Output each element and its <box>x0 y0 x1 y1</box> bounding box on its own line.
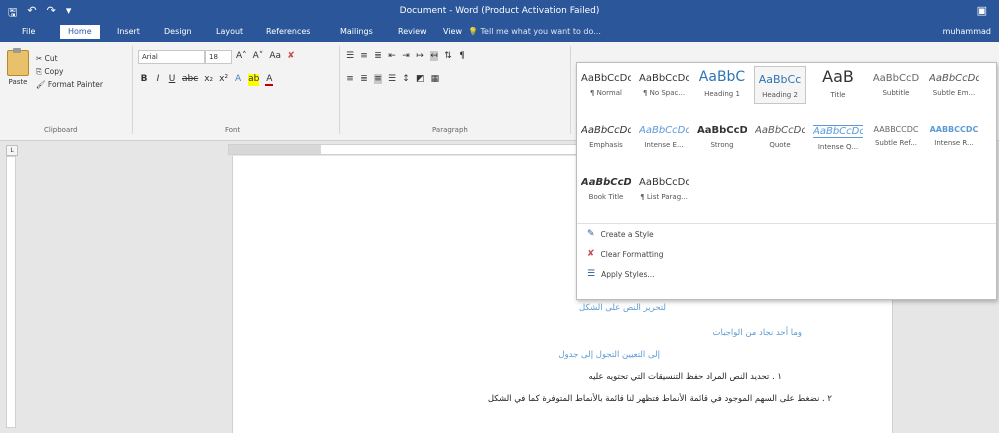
style-intense-quote[interactable]: AaBbCcDc Intense Q... <box>813 119 863 155</box>
doc-line-2: وما أحد نجاد من الواجبات <box>712 328 803 338</box>
window-title: Document - Word (Product Activation Fail… <box>399 6 600 16</box>
clipboard-commands: ✂ Cut ⎘ Copy 🖌 Format Painter <box>36 52 103 91</box>
group-divider <box>132 46 133 134</box>
style-intense-emphasis[interactable]: AaBbCcDc Intense E... <box>639 119 689 155</box>
format-painter-button[interactable]: 🖌 Format Painter <box>36 78 103 91</box>
apply-styles-command[interactable]: ☰ Apply Styles... <box>587 269 655 279</box>
vertical-ruler[interactable] <box>6 156 16 428</box>
increase-indent-icon[interactable]: ⇥ <box>402 51 410 61</box>
tab-design[interactable]: Design <box>164 27 192 36</box>
tab-home[interactable]: Home <box>60 25 100 39</box>
grow-font-icon[interactable]: A˄ <box>236 51 247 61</box>
style-emphasis[interactable]: AaBbCcDc Emphasis <box>581 119 631 155</box>
ribbon-display-options-icon[interactable]: ▣ <box>977 4 987 17</box>
style-subtitle[interactable]: AaBbCcD Subtitle <box>871 67 921 103</box>
bullets-icon[interactable]: ☰ <box>346 51 354 61</box>
clear-formatting-command[interactable]: ✘ Clear Formatting <box>587 249 664 259</box>
create-style-command[interactable]: ✎ Create a Style <box>587 229 654 239</box>
paragraph-align-buttons: ≡ ≣ ≡ ☰ ↕ ◩ ▦ <box>346 74 439 84</box>
style-heading-1[interactable]: AaBbC Heading 1 <box>697 67 747 103</box>
group-divider <box>570 46 571 134</box>
change-case-icon[interactable]: Aa <box>269 51 281 61</box>
create-style-icon: ✎ <box>587 229 595 239</box>
tab-view[interactable]: View <box>443 27 462 36</box>
text-effects-icon[interactable]: A <box>234 74 242 86</box>
tab-references[interactable]: References <box>266 27 310 36</box>
ruler-margin-shade <box>229 145 321 154</box>
style-heading-2[interactable]: AaBbCc Heading 2 <box>754 66 806 104</box>
style-title[interactable]: AaB Title <box>813 67 863 103</box>
lightbulb-icon: 💡 <box>468 27 478 36</box>
line-spacing-icon[interactable]: ↕ <box>402 74 410 84</box>
justify-icon[interactable]: ☰ <box>388 74 396 84</box>
tell-me-search[interactable]: 💡 Tell me what you want to do... <box>468 27 601 36</box>
paragraph-group-label: Paragraph <box>432 126 468 134</box>
superscript-icon[interactable]: x² <box>219 74 228 86</box>
style-list-paragraph[interactable]: AaBbCcDc ¶ List Parag... <box>639 171 689 207</box>
tab-review[interactable]: Review <box>398 27 427 36</box>
decrease-indent-icon[interactable]: ⇤ <box>388 51 396 61</box>
sort-icon[interactable]: ⇅ <box>444 51 452 61</box>
ltr-direction-icon[interactable]: ↦ <box>416 51 424 61</box>
rtl-direction-icon[interactable]: ↤ <box>430 51 439 61</box>
styles-gallery-dropdown: AaBbCcDc ¶ Normal AaBbCcDc ¶ No Spac... Aa… <box>576 62 997 300</box>
user-account[interactable]: muhammad <box>943 27 991 36</box>
numbering-icon[interactable]: ≡ <box>360 51 368 61</box>
font-name-box[interactable]: Arial <box>138 50 205 64</box>
highlight-color-icon[interactable]: ab <box>248 74 260 86</box>
style-subtle-emphasis[interactable]: AaBbCcDc Subtle Em... <box>929 67 979 103</box>
align-left-icon[interactable]: ≡ <box>346 74 354 84</box>
tab-file[interactable]: File <box>22 27 35 36</box>
italic-icon[interactable]: I <box>154 74 162 86</box>
horizontal-ruler[interactable] <box>228 144 620 155</box>
paragraph-list-buttons: ☰ ≡ ≣ ⇤ ⇥ ↦ ↤ ⇅ ¶ <box>346 51 466 61</box>
multilevel-list-icon[interactable]: ≣ <box>374 51 382 61</box>
style-strong[interactable]: AaBbCcDcStrong <box>697 119 747 155</box>
borders-icon[interactable]: ▦ <box>431 74 440 84</box>
title-bar: 🖫 ↶ ↷ ▾ Document - Word (Product Activat… <box>0 0 999 24</box>
shrink-font-icon[interactable]: A˅ <box>253 51 264 61</box>
tab-layout[interactable]: Layout <box>216 27 243 36</box>
style-intense-reference[interactable]: AABBCCDC Intense R... <box>929 119 979 155</box>
font-size-box[interactable]: 18 <box>205 50 232 64</box>
underline-icon[interactable]: U <box>168 74 176 86</box>
subscript-icon[interactable]: x₂ <box>204 74 213 86</box>
style-no-spacing[interactable]: AaBbCcDc ¶ No Spac... <box>639 67 689 103</box>
ribbon-tabs: File Home Insert Design Layout Reference… <box>0 24 999 42</box>
strikethrough-icon[interactable]: abc <box>182 74 198 86</box>
tab-mailings[interactable]: Mailings <box>340 27 373 36</box>
gallery-divider <box>577 223 996 224</box>
clear-formatting-icon: ✘ <box>587 249 595 259</box>
show-marks-icon[interactable]: ¶ <box>458 51 466 61</box>
style-quote[interactable]: AaBbCcDc Quote <box>755 119 805 155</box>
copy-button[interactable]: ⎘ Copy <box>36 65 103 78</box>
paste-button[interactable]: Paste <box>6 48 30 86</box>
tab-selector[interactable]: L <box>6 145 18 156</box>
shading-icon[interactable]: ◩ <box>416 74 425 84</box>
align-center-icon[interactable]: ≣ <box>360 74 368 84</box>
clear-formatting-icon[interactable]: ✘ <box>287 51 295 61</box>
align-right-icon[interactable]: ≡ <box>374 74 382 84</box>
style-normal[interactable]: AaBbCcDc ¶ Normal <box>581 67 631 103</box>
clipboard-group-label: Clipboard <box>44 126 78 134</box>
apply-styles-icon: ☰ <box>587 269 596 279</box>
doc-line-5: ٢ . نضغط على السهم الموجود في قائمة الأن… <box>487 394 832 404</box>
tab-insert[interactable]: Insert <box>117 27 140 36</box>
style-subtle-reference[interactable]: AABBCCDC Subtle Ref... <box>871 119 921 155</box>
font-color-icon[interactable]: A <box>265 74 274 86</box>
group-divider <box>339 46 340 134</box>
font-group-label: Font <box>225 126 241 134</box>
bold-icon[interactable]: B <box>140 74 148 86</box>
doc-line-3: إلى التعيين التجول إلى جدول <box>558 350 660 360</box>
doc-line-4: ١ . تحديد النص المراد حفظ التنسيقات التي… <box>588 372 782 382</box>
cut-button[interactable]: ✂ Cut <box>36 52 103 65</box>
font-format-buttons: B I U abc x₂ x² A ab A <box>140 74 274 86</box>
doc-line-1: لتحرير النص على الشكل <box>578 303 666 313</box>
clipboard-icon <box>7 48 29 76</box>
font-size-controls: A˄ A˅ Aa ✘ <box>236 51 295 61</box>
style-book-title[interactable]: AaBbCcDcBook Title <box>581 171 631 207</box>
